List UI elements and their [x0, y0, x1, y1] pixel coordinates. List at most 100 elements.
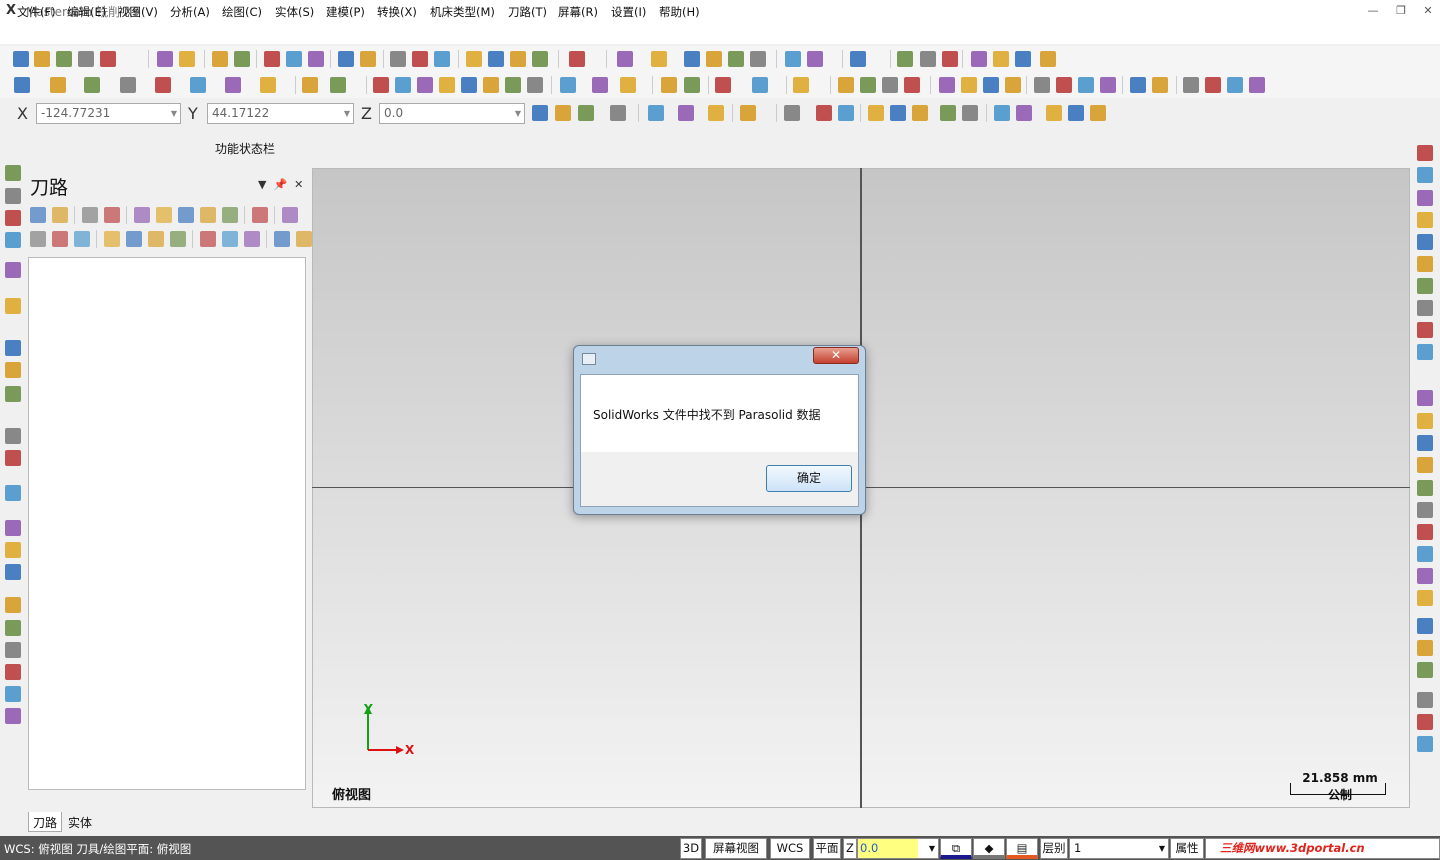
line-style-button[interactable]: ▤	[1006, 838, 1038, 859]
x-coord-field[interactable]: -124.77231 ▼	[36, 103, 181, 124]
menu-item-0[interactable]: 文件(F)	[17, 4, 56, 20]
tb2-icon-28[interactable]	[715, 77, 731, 93]
tb1-icon-30[interactable]	[617, 51, 633, 67]
dialog-close-button[interactable]: ✕	[813, 347, 859, 364]
tb3-icon-3[interactable]	[610, 105, 626, 121]
panel-tool-icon-0-1[interactable]	[52, 207, 68, 223]
tb1-icon-25[interactable]	[510, 51, 526, 67]
panel-tool-icon-1-7[interactable]	[170, 231, 186, 247]
tb3-icon-15[interactable]	[868, 105, 884, 121]
right-strip-icon-19[interactable]	[1417, 590, 1433, 606]
left-strip-icon-0[interactable]	[5, 165, 21, 181]
tb1-icon-46[interactable]	[971, 51, 987, 67]
menu-item-9[interactable]: 刀路(T)	[508, 4, 547, 20]
right-strip-icon-25[interactable]	[1417, 736, 1433, 752]
panel-tool-icon-0-6[interactable]	[134, 207, 150, 223]
right-strip-icon-3[interactable]	[1417, 212, 1433, 228]
right-strip-icon-10[interactable]	[1417, 390, 1433, 406]
color-selector-button[interactable]: ⧉	[940, 838, 972, 859]
left-strip-icon-9[interactable]	[5, 428, 21, 444]
tb3-icon-23[interactable]	[1046, 105, 1062, 121]
tb1-icon-9[interactable]	[212, 51, 228, 67]
tb1-icon-2[interactable]	[56, 51, 72, 67]
tb1-icon-31[interactable]	[651, 51, 667, 67]
tb2-icon-12[interactable]	[373, 77, 389, 93]
tb3-icon-25[interactable]	[1090, 105, 1106, 121]
tb2-icon-38[interactable]	[939, 77, 955, 93]
left-strip-icon-1[interactable]	[5, 188, 21, 204]
right-strip-icon-20[interactable]	[1417, 618, 1433, 634]
tb2-icon-2[interactable]	[84, 77, 100, 93]
menu-item-10[interactable]: 屏幕(R)	[558, 4, 598, 20]
panel-tool-icon-1-14[interactable]	[296, 231, 312, 247]
right-strip-icon-4[interactable]	[1417, 234, 1433, 250]
panel-tool-icon-0-9[interactable]	[200, 207, 216, 223]
level-field[interactable]: 1 ▼	[1069, 838, 1169, 859]
tb1-icon-7[interactable]	[179, 51, 195, 67]
tb1-icon-24[interactable]	[488, 51, 504, 67]
tb2-icon-36[interactable]	[904, 77, 920, 93]
tb1-icon-16[interactable]	[338, 51, 354, 67]
right-strip-icon-2[interactable]	[1417, 190, 1433, 206]
tb2-icon-5[interactable]	[190, 77, 206, 93]
panel-tool-icon-1-5[interactable]	[126, 231, 142, 247]
right-strip-icon-5[interactable]	[1417, 256, 1433, 272]
tb1-icon-17[interactable]	[360, 51, 376, 67]
right-strip-icon-14[interactable]	[1417, 480, 1433, 496]
tb3-icon-6[interactable]	[678, 105, 694, 121]
tb3-icon-19[interactable]	[962, 105, 978, 121]
screen-view-button[interactable]: 屏幕视图	[705, 838, 767, 859]
tb1-icon-3[interactable]	[78, 51, 94, 67]
tb2-icon-3[interactable]	[120, 77, 136, 93]
menu-item-6[interactable]: 建模(P)	[326, 4, 365, 20]
tb2-icon-40[interactable]	[983, 77, 999, 93]
tb3-icon-11[interactable]	[784, 105, 800, 121]
tb2-icon-10[interactable]	[330, 77, 346, 93]
panel-tool-icon-0-3[interactable]	[82, 207, 98, 223]
tb3-icon-24[interactable]	[1068, 105, 1084, 121]
tab-solids[interactable]: 实体	[64, 812, 96, 832]
left-strip-icon-4[interactable]	[5, 262, 21, 278]
left-strip-icon-18[interactable]	[5, 664, 21, 680]
tb2-icon-4[interactable]	[155, 77, 171, 93]
tb2-icon-39[interactable]	[961, 77, 977, 93]
tb3-icon-0[interactable]	[532, 105, 548, 121]
tb1-icon-49[interactable]	[1040, 51, 1056, 67]
tb3-icon-2[interactable]	[578, 105, 594, 121]
tb2-icon-48[interactable]	[1130, 77, 1146, 93]
menu-item-1[interactable]: 编辑(E)	[67, 4, 106, 20]
left-strip-icon-7[interactable]	[5, 362, 21, 378]
tb1-icon-26[interactable]	[532, 51, 548, 67]
tb2-icon-14[interactable]	[417, 77, 433, 93]
panel-tool-icon-1-2[interactable]	[74, 231, 90, 247]
tb2-icon-7[interactable]	[260, 77, 276, 93]
tab-toolpaths[interactable]: 刀路	[28, 812, 63, 832]
panel-tool-icon-1-4[interactable]	[104, 231, 120, 247]
tb1-icon-28[interactable]	[569, 51, 585, 67]
panel-tool-icon-0-0[interactable]	[30, 207, 46, 223]
plane-button[interactable]: 平面	[813, 838, 841, 859]
tb2-icon-46[interactable]	[1100, 77, 1116, 93]
tb1-icon-20[interactable]	[412, 51, 428, 67]
panel-tool-icon-1-11[interactable]	[244, 231, 260, 247]
right-strip-icon-17[interactable]	[1417, 546, 1433, 562]
tb2-icon-17[interactable]	[483, 77, 499, 93]
left-strip-icon-5[interactable]	[5, 298, 21, 314]
tb2-icon-13[interactable]	[395, 77, 411, 93]
tb1-icon-35[interactable]	[750, 51, 766, 67]
tb1-icon-4[interactable]	[100, 51, 116, 67]
tb2-icon-25[interactable]	[661, 77, 677, 93]
tb2-icon-26[interactable]	[684, 77, 700, 93]
right-strip-icon-8[interactable]	[1417, 322, 1433, 338]
tb1-icon-12[interactable]	[264, 51, 280, 67]
tb1-icon-23[interactable]	[466, 51, 482, 67]
tb1-icon-32[interactable]	[684, 51, 700, 67]
menu-item-8[interactable]: 机床类型(M)	[430, 4, 495, 20]
tb2-icon-45[interactable]	[1078, 77, 1094, 93]
left-strip-icon-6[interactable]	[5, 340, 21, 356]
tb2-icon-44[interactable]	[1056, 77, 1072, 93]
minimize-button[interactable]: —	[1364, 3, 1382, 19]
right-strip-icon-0[interactable]	[1417, 145, 1433, 161]
tb2-icon-29[interactable]	[752, 77, 768, 93]
tb2-icon-53[interactable]	[1227, 77, 1243, 93]
